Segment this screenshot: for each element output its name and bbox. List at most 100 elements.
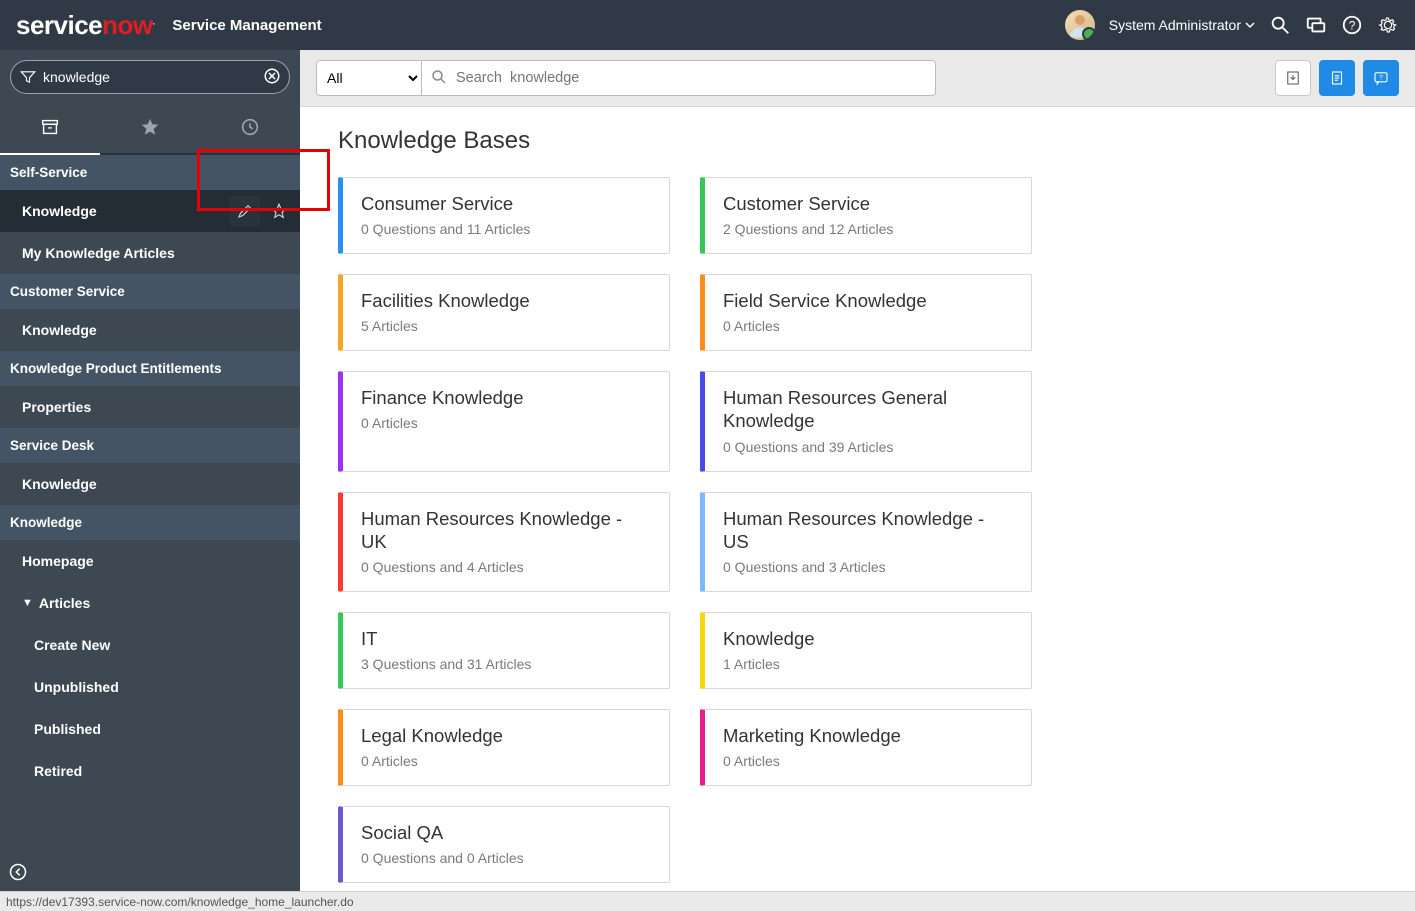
- nav-item[interactable]: My Knowledge Articles: [0, 232, 300, 274]
- svg-text:?: ?: [1349, 19, 1356, 33]
- nav-item[interactable]: Knowledge: [0, 309, 300, 351]
- kb-card-title: Knowledge: [723, 627, 1013, 650]
- nav-tab-history[interactable]: [200, 104, 300, 153]
- nav-item[interactable]: Knowledge: [0, 190, 300, 232]
- nav-filter[interactable]: [10, 60, 290, 94]
- kb-card-meta: 0 Articles: [361, 753, 651, 769]
- kb-card[interactable]: Legal Knowledge 0 Articles: [338, 709, 670, 786]
- nav-tab-favorites[interactable]: [100, 104, 200, 153]
- question-icon: ?: [1372, 69, 1390, 87]
- avatar[interactable]: [1065, 10, 1095, 40]
- logo[interactable]: servicenow.: [16, 10, 154, 41]
- nav-item-label: Knowledge: [22, 203, 97, 219]
- kb-card[interactable]: Human Resources Knowledge - UK 0 Question…: [338, 492, 670, 592]
- app-name: Service Management: [172, 17, 321, 34]
- star-icon: [139, 116, 161, 138]
- nav-item[interactable]: Unpublished: [0, 666, 300, 708]
- svg-text:?: ?: [1379, 75, 1383, 82]
- kb-card-title: Finance Knowledge: [361, 386, 651, 409]
- nav-item[interactable]: Knowledge: [0, 463, 300, 505]
- kb-card[interactable]: Knowledge 1 Articles: [700, 612, 1032, 689]
- search-icon[interactable]: [1269, 14, 1291, 36]
- nav-tab-apps[interactable]: [0, 104, 100, 153]
- nav-section-header[interactable]: Knowledge: [0, 505, 300, 540]
- content-frame: All ? Knowledge Bases Co: [300, 50, 1415, 891]
- kb-card-meta: 0 Articles: [723, 753, 1013, 769]
- nav-tabs: [0, 104, 300, 155]
- chevron-down-icon: [1245, 20, 1255, 30]
- nav-item-label: Retired: [34, 763, 82, 779]
- nav-item[interactable]: Properties: [0, 386, 300, 428]
- nav-item-label: Articles: [39, 595, 90, 611]
- help-icon[interactable]: ?: [1341, 14, 1363, 36]
- kb-card[interactable]: Social QA0 Questions and 0 Articles: [338, 806, 670, 883]
- kb-card-title: Consumer Service: [361, 192, 651, 215]
- kb-card-meta: 0 Questions and 3 Articles: [723, 559, 1013, 575]
- nav-collapse[interactable]: [0, 856, 300, 891]
- nav-list[interactable]: Self-Service Knowledge My Knowledge Articl…: [0, 155, 300, 891]
- create-article-button[interactable]: [1319, 60, 1355, 96]
- nav-item[interactable]: Retired: [0, 750, 300, 792]
- user-name-label: System Administrator: [1109, 17, 1241, 33]
- nav-section-header[interactable]: Self-Service: [0, 155, 300, 190]
- kb-card[interactable]: Facilities Knowledge 5 Articles: [338, 274, 670, 351]
- ask-question-button[interactable]: ?: [1363, 60, 1399, 96]
- nav-item-actions: [230, 196, 294, 226]
- content-toolbar: All ?: [300, 50, 1415, 107]
- nav-item-label: Homepage: [22, 553, 94, 569]
- nav-section-header[interactable]: Knowledge Product Entitlements: [0, 351, 300, 386]
- kb-card[interactable]: Marketing Knowledge 0 Articles: [700, 709, 1032, 786]
- kb-card-meta: 0 Articles: [723, 318, 1013, 334]
- logo-text-1: service: [16, 10, 102, 40]
- kb-card[interactable]: Human Resources General Knowledge 0 Quest…: [700, 371, 1032, 471]
- kb-card-title: IT: [361, 627, 651, 650]
- gear-icon[interactable]: [1377, 14, 1399, 36]
- edit-icon[interactable]: [230, 196, 260, 226]
- clear-filter-icon[interactable]: [263, 67, 281, 88]
- kb-card-title: Facilities Knowledge: [361, 289, 651, 312]
- nav-item-label: Properties: [22, 399, 91, 415]
- nav-item[interactable]: Published: [0, 708, 300, 750]
- kb-card-title: Human Resources Knowledge - UK: [361, 507, 651, 553]
- kb-card-title: Human Resources General Knowledge: [723, 386, 1013, 432]
- kb-search-input[interactable]: [456, 61, 935, 95]
- favorite-star-icon[interactable]: [264, 196, 294, 226]
- nav-item-label: Published: [34, 721, 101, 737]
- kb-card-meta: 0 Questions and 39 Articles: [723, 439, 1013, 455]
- nav-item[interactable]: Homepage: [0, 540, 300, 582]
- nav-section-header[interactable]: Customer Service: [0, 274, 300, 309]
- kb-card-meta: 0 Questions and 4 Articles: [361, 559, 651, 575]
- kb-card-meta: 0 Questions and 0 Articles: [361, 850, 651, 866]
- nav-item-label: My Knowledge Articles: [22, 245, 175, 261]
- status-bar: https://dev17393.service-now.com/knowled…: [0, 891, 1415, 911]
- kb-card-meta: 0 Articles: [361, 415, 651, 431]
- search-scope-select[interactable]: All: [317, 61, 422, 95]
- kb-card[interactable]: Finance Knowledge 0 Articles: [338, 371, 670, 471]
- content-body[interactable]: Knowledge Bases Consumer Service0 Questi…: [300, 107, 1415, 891]
- nav-item[interactable]: Create New: [0, 624, 300, 666]
- clock-icon: [239, 116, 261, 138]
- kb-card[interactable]: Field Service Knowledge 0 Articles: [700, 274, 1032, 351]
- import-icon: [1284, 69, 1302, 87]
- kb-card[interactable]: Consumer Service 0 Questions and 11 Artic…: [338, 177, 670, 254]
- kb-card-meta: 0 Questions and 11 Articles: [361, 221, 651, 237]
- nav-item[interactable]: ▼Articles: [0, 582, 300, 624]
- nav-item-label: Unpublished: [34, 679, 119, 695]
- kb-card-title: Legal Knowledge: [361, 724, 651, 747]
- user-menu[interactable]: System Administrator: [1109, 17, 1255, 33]
- kb-card-title: Field Service Knowledge: [723, 289, 1013, 312]
- kb-grid: Consumer Service 0 Questions and 11 Artic…: [338, 177, 1038, 883]
- nav-item-label: Create New: [34, 637, 110, 653]
- import-button[interactable]: [1275, 60, 1311, 96]
- chat-icon[interactable]: [1305, 14, 1327, 36]
- kb-search: All: [316, 60, 936, 96]
- funnel-icon: [19, 68, 37, 86]
- nav-filter-input[interactable]: [37, 65, 263, 89]
- kb-card[interactable]: Human Resources Knowledge - US 0 Question…: [700, 492, 1032, 592]
- document-icon: [1328, 69, 1346, 87]
- kb-card[interactable]: Customer Service2 Questions and 12 Artic…: [700, 177, 1032, 254]
- nav-section-header[interactable]: Service Desk: [0, 428, 300, 463]
- kb-card-title: Human Resources Knowledge - US: [723, 507, 1013, 553]
- kb-card-meta: 5 Articles: [361, 318, 651, 334]
- kb-card[interactable]: IT3 Questions and 31 Articles: [338, 612, 670, 689]
